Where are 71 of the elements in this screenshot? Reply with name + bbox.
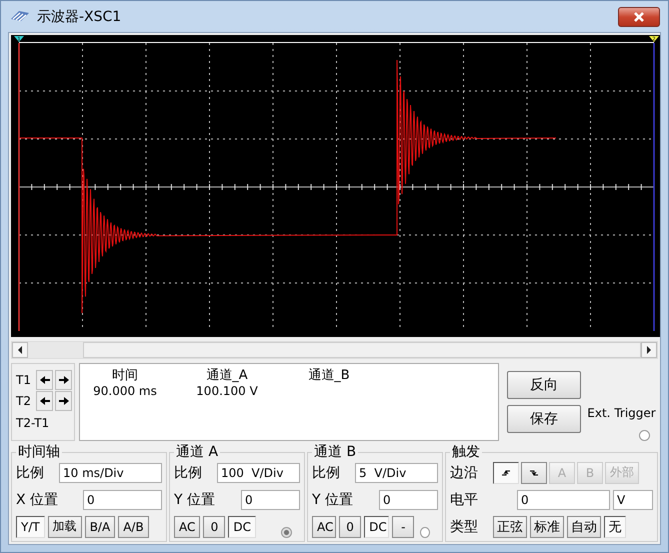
position-field[interactable]: 0 (83, 490, 162, 510)
arrow-right-icon (58, 396, 69, 406)
edge-button[interactable] (493, 462, 519, 484)
readout-value: 100.100 V (196, 384, 258, 398)
scroll-left-icon[interactable] (12, 342, 28, 358)
window-title: 示波器-XSC1 (37, 8, 122, 26)
coupling-button[interactable]: AC (312, 516, 336, 538)
readout-value: 90.000 ms (93, 384, 157, 398)
cursor-line[interactable] (18, 43, 20, 331)
trigger-type-button[interactable]: 正弦 (493, 516, 527, 538)
scroll-thumb[interactable] (83, 342, 641, 358)
level-field[interactable]: 0 (517, 490, 610, 510)
field-label: Y 位置 (312, 490, 354, 508)
trigger-type-button[interactable]: 无 (604, 516, 626, 538)
field-label: 边沿 (450, 464, 479, 482)
mode-button[interactable]: A/B (118, 516, 149, 538)
field-label: 类型 (450, 518, 479, 536)
scale-field[interactable]: 10 ms/Div (59, 462, 162, 482)
close-icon (632, 10, 646, 22)
cursor-right-button[interactable] (55, 370, 72, 390)
cursor-left-button[interactable] (36, 370, 54, 390)
coupling-button[interactable]: - (392, 516, 414, 538)
coupling-button[interactable]: 0 (339, 516, 362, 538)
edge-button[interactable] (521, 462, 547, 484)
position-field[interactable]: 0 (379, 490, 438, 510)
coupling-button[interactable]: 0 (203, 516, 226, 538)
field-label: 比例 (312, 464, 341, 482)
ext-trigger-label: Ext. Trigger (587, 406, 656, 420)
mode-button[interactable]: 加载 (48, 516, 82, 538)
group-title: 触发 (451, 443, 481, 461)
rising-edge-icon (501, 468, 511, 478)
group-title: 通道 B (313, 443, 358, 461)
action-button[interactable]: 反向 (507, 371, 581, 399)
arrow-left-icon (40, 375, 50, 385)
falling-edge-icon (529, 468, 539, 478)
close-button[interactable] (618, 6, 660, 26)
field-label: Y 位置 (174, 490, 216, 508)
position-field[interactable]: 0 (241, 490, 300, 510)
field-label: 电平 (450, 490, 479, 508)
horizontal-scrollbar[interactable] (11, 341, 658, 359)
field-label: 比例 (16, 464, 45, 482)
trigger-type-button[interactable]: 自动 (567, 516, 601, 538)
scale-field[interactable]: 100 V/Div (217, 462, 300, 482)
cursor-left-button[interactable] (36, 391, 54, 411)
app-logo-icon (9, 8, 31, 24)
coupling-button[interactable]: AC (174, 516, 200, 538)
cursor-label: T2-T1 (16, 416, 50, 430)
mode-button[interactable]: B/A (84, 516, 116, 538)
group-title: 通道 A (175, 443, 220, 461)
channel-radio[interactable] (420, 527, 430, 538)
action-button[interactable]: 保存 (507, 405, 581, 433)
ext-trigger-radio[interactable] (639, 430, 650, 441)
scale-field[interactable]: 5 V/Div (355, 462, 438, 482)
arrow-right-icon (58, 375, 69, 385)
column-heading: 时间 (112, 367, 138, 384)
scroll-right-icon[interactable] (641, 342, 657, 358)
group-title: 时间轴 (17, 443, 61, 461)
cursor-right-button[interactable] (55, 391, 72, 411)
cursor-label: T1 (16, 373, 32, 387)
field-label: 比例 (174, 464, 203, 482)
column-heading: 通道_A (206, 367, 248, 384)
cursor-label: T2 (16, 394, 32, 408)
channel-radio[interactable] (281, 527, 292, 538)
trigger-type-button[interactable]: 标准 (530, 516, 564, 538)
coupling-button[interactable]: DC (228, 516, 256, 538)
mode-button[interactable]: Y/T (16, 516, 45, 538)
field-label: X 位置 (16, 490, 60, 508)
arrow-left-icon (40, 396, 50, 406)
unit-field[interactable]: V (613, 490, 653, 510)
coupling-button[interactable]: DC (364, 516, 390, 538)
column-heading: 通道_B (308, 367, 350, 384)
